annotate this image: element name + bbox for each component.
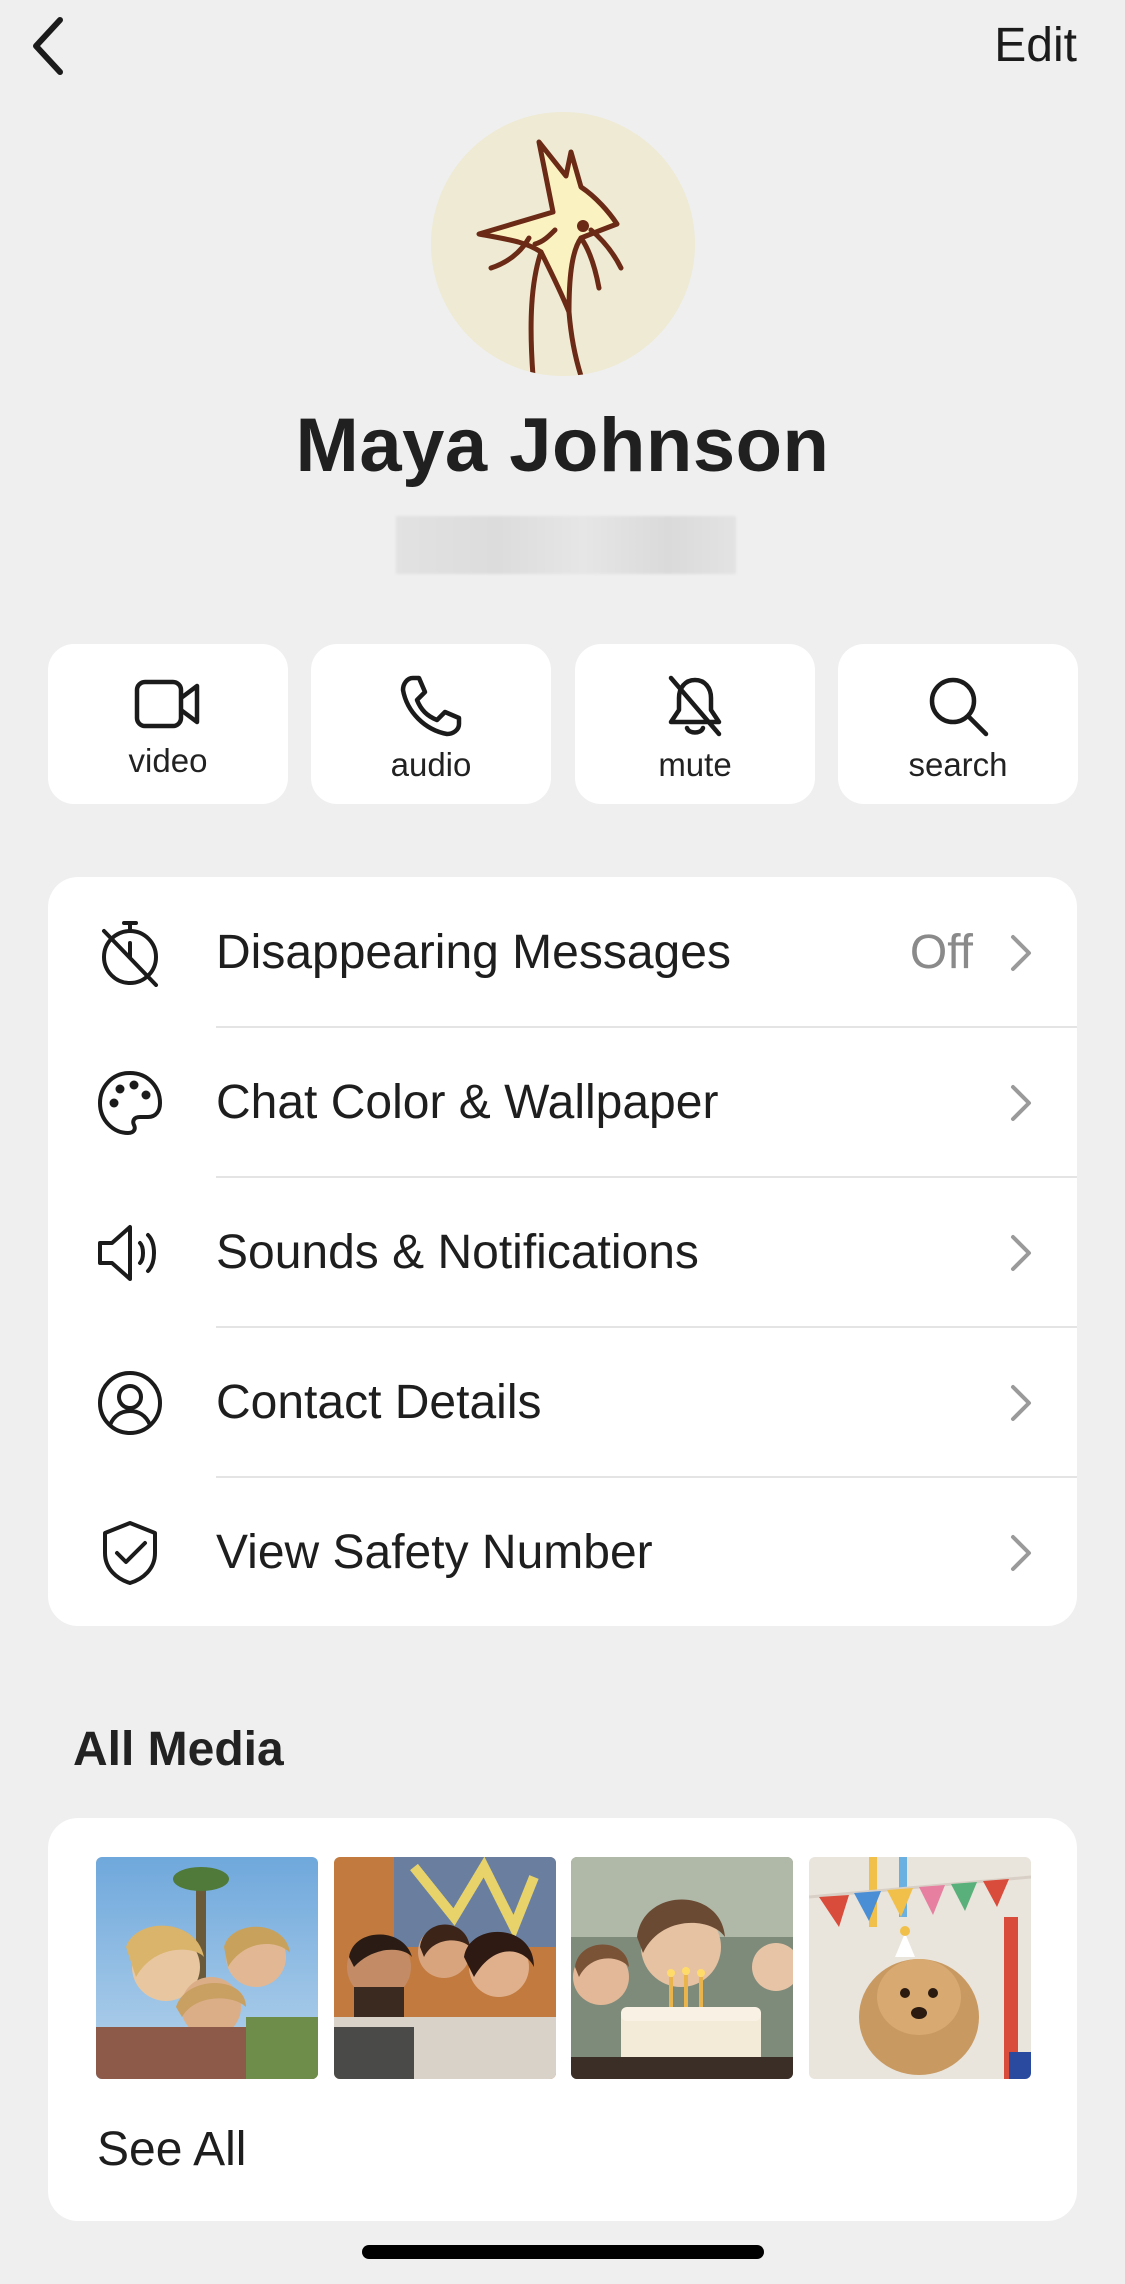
settings-list: Disappearing Messages Off Chat Color & W… (48, 877, 1077, 1626)
see-all-link[interactable]: See All (97, 2122, 246, 2177)
chevron-right-icon (1011, 1385, 1031, 1421)
bell-off-icon (668, 675, 722, 737)
chevron-right-icon (1011, 1535, 1031, 1571)
sounds-notifications-row[interactable]: Sounds & Notifications (48, 1177, 1077, 1327)
redacted-phone-number (396, 516, 736, 574)
disappearing-messages-value: Off (909, 926, 973, 979)
mute-button[interactable]: mute (575, 644, 815, 804)
person-circle-icon (96, 1369, 164, 1437)
all-media-heading: All Media (73, 1723, 284, 1776)
chevron-right-icon (1011, 1085, 1031, 1121)
contact-details-row[interactable]: Contact Details (48, 1327, 1077, 1477)
shield-check-icon (96, 1519, 164, 1587)
disappearing-messages-row[interactable]: Disappearing Messages Off (48, 877, 1077, 1027)
search-label: search (908, 746, 1008, 783)
profile-name: Maya Johnson (295, 403, 830, 488)
chat-color-wallpaper-row[interactable]: Chat Color & Wallpaper (48, 1027, 1077, 1177)
palette-icon (96, 1069, 164, 1137)
media-thumbnail-birthday-cake[interactable] (571, 1857, 793, 2079)
chevron-right-icon (1011, 935, 1031, 971)
video-camera-icon (134, 679, 200, 729)
audio-call-button[interactable]: audio (311, 644, 551, 804)
video-call-button[interactable]: video (48, 644, 288, 804)
phone-icon (400, 675, 462, 737)
audio-label: audio (390, 746, 472, 783)
home-indicator[interactable] (362, 2245, 764, 2259)
avatar[interactable] (431, 112, 695, 376)
media-thumbnail-group-hug[interactable] (334, 1857, 556, 2079)
edit-button[interactable]: Edit (994, 16, 1077, 76)
setting-label: Sounds & Notifications (216, 1226, 699, 1279)
setting-label: Disappearing Messages (216, 926, 731, 979)
mute-label: mute (658, 746, 732, 783)
view-safety-number-row[interactable]: View Safety Number (48, 1477, 1077, 1626)
speaker-icon (96, 1219, 164, 1287)
search-button[interactable]: search (838, 644, 1078, 804)
search-icon (929, 677, 989, 737)
video-label: video (128, 742, 208, 779)
chevron-right-icon (1011, 1235, 1031, 1271)
back-button[interactable] (18, 14, 78, 78)
setting-label: View Safety Number (216, 1526, 653, 1579)
fox-avatar-icon (476, 139, 624, 376)
timer-off-icon (96, 919, 164, 987)
media-card: See All (48, 1818, 1077, 2221)
media-thumbnail-party-dog[interactable] (809, 1857, 1031, 2079)
setting-label: Chat Color & Wallpaper (216, 1076, 719, 1129)
media-thumbnail-friends[interactable] (96, 1857, 318, 2079)
setting-label: Contact Details (216, 1376, 542, 1429)
chevron-left-icon (33, 17, 63, 75)
